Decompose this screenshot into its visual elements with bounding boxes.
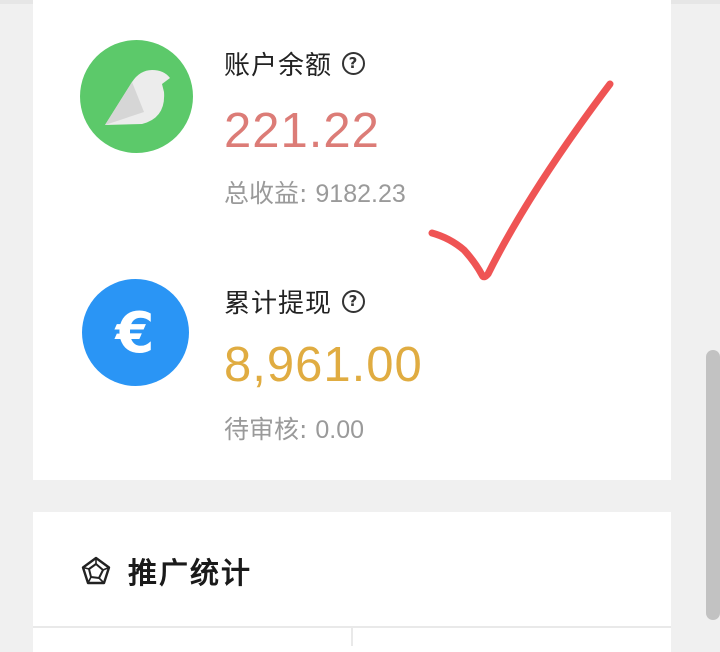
red-checkmark-icon bbox=[428, 80, 614, 281]
pentagon-radar-icon bbox=[81, 556, 111, 585]
pending-review-value: 0.00 bbox=[315, 416, 365, 444]
question-circle-icon[interactable]: ? bbox=[342, 52, 366, 75]
balance-amount: 221.22 bbox=[224, 104, 380, 158]
euro-icon: € bbox=[82, 279, 189, 386]
stats-column-divider bbox=[351, 626, 353, 646]
stats-title: 推广统计 bbox=[128, 556, 253, 590]
withdrawal-amount: 8,961.00 bbox=[224, 338, 423, 392]
total-earnings-label: 总收益: bbox=[224, 179, 308, 208]
withdrawal-label: 累计提现 bbox=[224, 289, 333, 319]
total-earnings-value: 9182.23 bbox=[315, 180, 406, 208]
pending-review: 待审核: 0.00 bbox=[224, 410, 364, 446]
question-circle-icon[interactable]: ? bbox=[342, 290, 366, 313]
total-earnings: 总收益: 9182.23 bbox=[224, 174, 406, 210]
balance-label-row: 账户余额 ? bbox=[224, 45, 366, 82]
bird-icon bbox=[80, 40, 193, 153]
scrollbar-thumb[interactable] bbox=[706, 350, 720, 620]
balance-label: 账户余额 bbox=[224, 51, 333, 81]
stats-header: 推广统计 bbox=[80, 550, 252, 592]
svg-text:€: € bbox=[114, 301, 155, 366]
withdrawal-label-row: 累计提现 ? bbox=[224, 283, 366, 320]
pending-review-label: 待审核: bbox=[224, 415, 308, 444]
